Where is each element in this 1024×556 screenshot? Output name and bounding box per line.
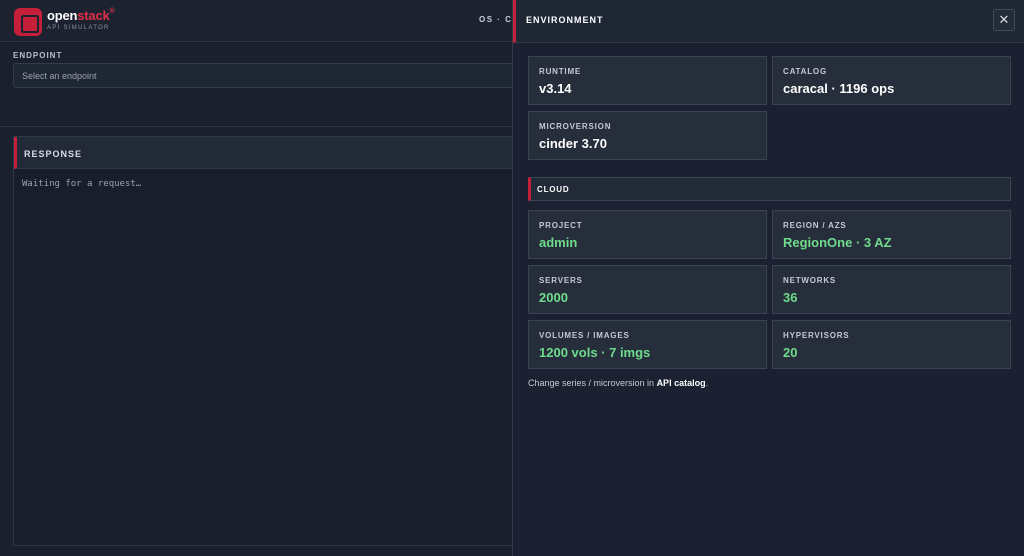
api-catalog-link[interactable]: API catalog: [657, 378, 706, 388]
hypervisors-value: 20: [783, 345, 798, 360]
volumes-images-label: VOLUMES / IMAGES: [539, 331, 630, 340]
networks-value: 36: [783, 290, 798, 305]
region-value: RegionOne · 3 AZ: [783, 235, 892, 250]
microversion-card: MICROVERSION cinder 3.70: [528, 111, 767, 160]
runtime-card: RUNTIME v3.14: [528, 56, 767, 105]
servers-card: SERVERS 2000: [528, 265, 767, 314]
response-panel: RESPONSE Waiting for a request…: [13, 136, 523, 546]
networks-label: NETWORKS: [783, 276, 837, 285]
footnote-prefix: Change series / microversion in: [528, 378, 657, 388]
runtime-value: v3.14: [539, 81, 572, 96]
catalog-label: CATALOG: [783, 67, 827, 76]
endpoint-label: ENDPOINT: [13, 51, 63, 60]
environment-drawer: ENVIRONMENT ✕ RUNTIME v3.14 CATALOG cara…: [512, 0, 1024, 556]
logo-text-accent: stack: [77, 8, 110, 23]
logo-subtitle: API SIMULATOR: [47, 25, 110, 31]
cloud-section-title: CLOUD: [537, 185, 570, 194]
servers-label: SERVERS: [539, 276, 583, 285]
close-icon: ✕: [998, 12, 1010, 27]
footnote: Change series / microversion in API cata…: [528, 378, 708, 388]
section-divider: [0, 126, 512, 127]
volumes-images-value: 1200 vols · 7 imgs: [539, 345, 651, 360]
logo-text: openstack®: [47, 8, 115, 23]
cloud-section-header: CLOUD: [528, 177, 1011, 201]
openstack-logo-icon: [14, 8, 42, 36]
project-value: admin: [539, 235, 578, 250]
servers-value: 2000: [539, 290, 568, 305]
drawer-header: ENVIRONMENT ✕: [513, 0, 1024, 43]
response-title: RESPONSE: [14, 137, 522, 169]
drawer-title: ENVIRONMENT: [526, 15, 604, 25]
logo-registered-mark: ®: [109, 8, 115, 15]
microversion-value: cinder 3.70: [539, 136, 607, 151]
networks-card: NETWORKS 36: [772, 265, 1011, 314]
microversion-label: MICROVERSION: [539, 122, 612, 131]
hypervisors-card: HYPERVISORS 20: [772, 320, 1011, 369]
catalog-card: CATALOG caracal · 1196 ops: [772, 56, 1011, 105]
logo-text-prefix: open: [47, 8, 78, 23]
project-card: PROJECT admin: [528, 210, 767, 259]
response-body: Waiting for a request…: [22, 179, 142, 189]
runtime-label: RUNTIME: [539, 67, 582, 76]
hypervisors-label: HYPERVISORS: [783, 331, 850, 340]
footnote-suffix: .: [705, 378, 709, 388]
close-button[interactable]: ✕: [993, 9, 1015, 31]
volumes-images-card: VOLUMES / IMAGES 1200 vols · 7 imgs: [528, 320, 767, 369]
project-label: PROJECT: [539, 221, 583, 230]
region-card: REGION / AZS RegionOne · 3 AZ: [772, 210, 1011, 259]
catalog-value: caracal · 1196 ops: [783, 81, 895, 96]
region-label: REGION / AZS: [783, 221, 847, 230]
endpoint-select[interactable]: Select an endpoint: [13, 63, 523, 88]
